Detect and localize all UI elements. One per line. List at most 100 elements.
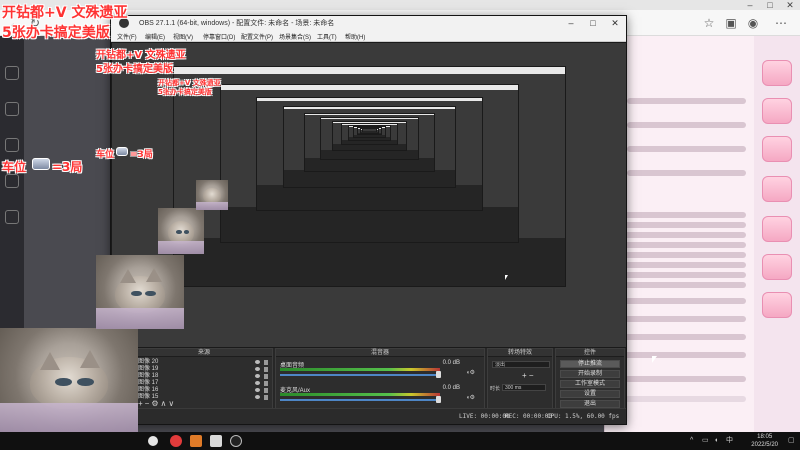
- lock-icon[interactable]: [264, 360, 268, 365]
- gift-icon[interactable]: [762, 136, 792, 162]
- visibility-eye-icon[interactable]: [255, 381, 260, 385]
- source-item[interactable]: 图像 20: [138, 359, 270, 366]
- volume-fader[interactable]: [280, 399, 440, 401]
- gift-icon[interactable]: [762, 254, 792, 280]
- menu-file[interactable]: 文件(F): [117, 32, 137, 41]
- mirror-docks: [257, 185, 482, 210]
- lock-icon[interactable]: [264, 367, 268, 372]
- lock-icon[interactable]: [264, 381, 268, 386]
- gift-icon[interactable]: [762, 292, 792, 318]
- tray-arrow-icon[interactable]: ^: [690, 437, 697, 444]
- duration-label: 时长: [490, 386, 501, 392]
- menu-help[interactable]: 帮助(H): [345, 32, 365, 41]
- source-item[interactable]: 图像 18: [138, 373, 270, 380]
- chat-message: [613, 282, 746, 288]
- menu-scene-collection[interactable]: 场景集合(S): [279, 32, 311, 41]
- mirror-docks: [284, 169, 455, 188]
- lock-icon[interactable]: [264, 374, 268, 379]
- source-name: 图像 17: [138, 380, 159, 386]
- menu-docks[interactable]: 停靠窗口(D): [203, 32, 235, 41]
- studio-mode-button[interactable]: 工作室模式: [560, 380, 620, 388]
- audio-mixer-dock: 混音器 桌面音频 0.0 dB ◖⚙ 麦克风/Aux 0.0 dB ◖⚙: [275, 348, 485, 410]
- exit-button[interactable]: 退出: [560, 400, 620, 408]
- source-item[interactable]: 图像 19: [138, 366, 270, 373]
- visibility-eye-icon[interactable]: [255, 395, 260, 399]
- lock-icon[interactable]: [264, 395, 268, 400]
- stop-streaming-button[interactable]: 停止推流: [560, 360, 620, 368]
- obs-maximize-icon[interactable]: □: [582, 16, 604, 30]
- favorites-icon[interactable]: ☆: [700, 14, 718, 32]
- visibility-eye-icon[interactable]: [255, 388, 260, 392]
- tray-clock[interactable]: 18:05 2022/5/20: [751, 433, 778, 449]
- rec-timer: REC: 00:00:00: [505, 413, 552, 420]
- obs-statusbar: LIVE: 00:00:00 REC: 00:00:00 CPU: 1.5%, …: [111, 408, 626, 424]
- windows-taskbar: ^ ▭ ◖ 中 18:05 2022/5/20 ▢: [0, 432, 800, 450]
- rail-more-icon[interactable]: [5, 210, 19, 224]
- obs-taskbar-icon[interactable]: [230, 435, 242, 447]
- visibility-eye-icon[interactable]: [255, 360, 260, 364]
- chat-message: [613, 232, 746, 238]
- properties-gear-icon[interactable]: ⚙: [151, 399, 160, 408]
- rail-follow-icon[interactable]: [5, 102, 19, 116]
- source-item[interactable]: 图像 16: [138, 387, 270, 394]
- chat-message: [613, 334, 746, 340]
- fader-knob[interactable]: [436, 396, 441, 403]
- maximize-icon[interactable]: □: [760, 0, 780, 10]
- duration-input[interactable]: 300 ms: [502, 384, 546, 391]
- fader-knob[interactable]: [436, 371, 441, 378]
- menu-edit[interactable]: 编辑(E): [145, 32, 165, 41]
- visibility-eye-icon[interactable]: [255, 367, 260, 371]
- mixer-speaker-icon[interactable]: ◖⚙: [466, 369, 480, 376]
- volume-fader[interactable]: [280, 374, 440, 376]
- app-red-icon[interactable]: [170, 435, 182, 447]
- rail-category-icon[interactable]: [5, 138, 19, 152]
- chat-input[interactable]: [613, 396, 746, 402]
- notification-icon[interactable]: ▢: [788, 437, 795, 444]
- menu-view[interactable]: 视图(V): [173, 32, 193, 41]
- visibility-eye-icon[interactable]: [255, 374, 260, 378]
- gift-icon[interactable]: [762, 176, 792, 202]
- menu-tools[interactable]: 工具(T): [317, 32, 337, 41]
- car-position-count-mirror: =3局: [130, 150, 153, 160]
- add-icon[interactable]: +: [138, 399, 145, 408]
- profile-icon[interactable]: ◉: [744, 14, 762, 32]
- ime-icon[interactable]: 中: [726, 437, 733, 444]
- menu-profile[interactable]: 配置文件(P): [241, 32, 273, 41]
- sources-dock-title: 来源: [136, 349, 272, 357]
- rail-game-icon[interactable]: [5, 174, 19, 188]
- network-icon[interactable]: ▭: [702, 437, 709, 444]
- cat-eye: [145, 290, 156, 297]
- overlay-caption-1-mirror: 开钻都+V 文殊遗亚: [96, 50, 186, 61]
- source-item[interactable]: 图像 17: [138, 380, 270, 387]
- collections-icon[interactable]: ▣: [722, 14, 740, 32]
- obs-close-icon[interactable]: ✕: [604, 16, 626, 30]
- minimize-icon[interactable]: –: [740, 0, 760, 10]
- more-icon[interactable]: ⋯: [772, 14, 790, 32]
- volume-icon[interactable]: ◖: [714, 437, 721, 444]
- gift-icon[interactable]: [762, 60, 792, 86]
- rail-home-icon[interactable]: [5, 66, 19, 80]
- chat-message: [627, 170, 746, 176]
- gift-icon[interactable]: [762, 98, 792, 124]
- start-recording-button[interactable]: 开始录制: [560, 370, 620, 378]
- mirror-titlebar: [320, 118, 419, 120]
- mixer-speaker-icon[interactable]: ◖⚙: [466, 394, 480, 401]
- transition-add-remove[interactable]: + −: [522, 371, 534, 380]
- settings-button[interactable]: 设置: [560, 390, 620, 398]
- lock-icon[interactable]: [264, 388, 268, 393]
- close-icon[interactable]: ✕: [780, 0, 800, 10]
- start-circle-icon[interactable]: [148, 436, 158, 446]
- gift-icon[interactable]: [762, 216, 792, 242]
- sources-dock: 来源 图像 20 图像 19 图像 18 图像 17 图像 16 图像 15 +…: [135, 348, 273, 410]
- move-down-icon[interactable]: ∨: [168, 399, 176, 408]
- cat-eye: [176, 230, 182, 234]
- app-document-icon[interactable]: [210, 435, 222, 447]
- obs-minimize-icon[interactable]: –: [560, 16, 582, 30]
- app-orange-icon[interactable]: [190, 435, 202, 447]
- chat-message: [613, 298, 746, 304]
- mixer-channel-db: 0.0 dB: [442, 360, 460, 366]
- transition-type-select[interactable]: 淡出: [492, 361, 550, 368]
- overlay-caption-2: 5张办卡搞定美版: [2, 25, 110, 41]
- chat-message: [613, 222, 746, 228]
- obs-titlebar[interactable]: OBS 27.1.1 (64-bit, windows) - 配置文件: 未命名…: [111, 16, 626, 30]
